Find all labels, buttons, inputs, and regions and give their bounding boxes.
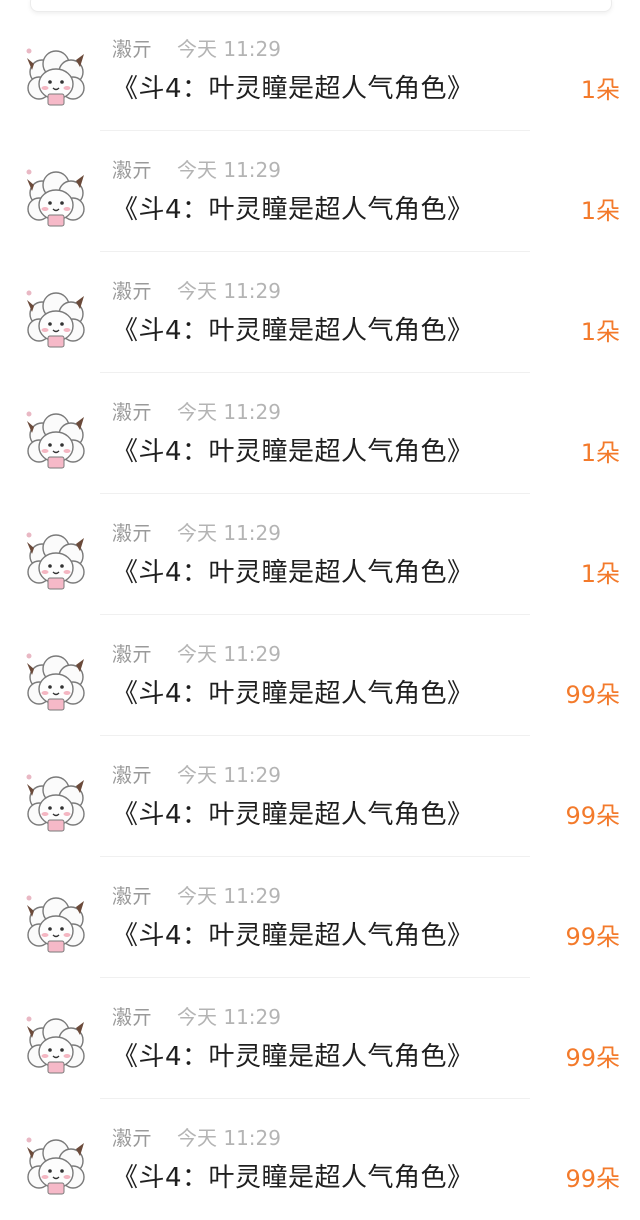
- feed-item[interactable]: 瀫亓 今天 11:29 《斗4：叶灵瞳是超人气角色》 99朵: [0, 1099, 640, 1220]
- sheep-avatar-icon[interactable]: [20, 526, 92, 598]
- feed-item[interactable]: 瀫亓 今天 11:29 《斗4：叶灵瞳是超人气角色》 1朵: [0, 10, 640, 131]
- gift-feed-list: 瀫亓 今天 11:29 《斗4：叶灵瞳是超人气角色》 1朵 瀫亓 今天 11:2…: [0, 10, 640, 1219]
- post-title[interactable]: 《斗4：叶灵瞳是超人气角色》: [112, 556, 474, 590]
- timestamp: 今天 11:29: [177, 158, 281, 182]
- user-name[interactable]: 瀫亓: [112, 1004, 152, 1030]
- user-name[interactable]: 瀫亓: [112, 157, 152, 183]
- user-name[interactable]: 瀫亓: [112, 1125, 152, 1151]
- gift-count: 99朵: [565, 1044, 620, 1072]
- sheep-avatar-icon[interactable]: [20, 889, 92, 961]
- user-name[interactable]: 瀫亓: [112, 762, 152, 788]
- sheep-avatar-icon[interactable]: [20, 647, 92, 719]
- feed-item[interactable]: 瀫亓 今天 11:29 《斗4：叶灵瞳是超人气角色》 99朵: [0, 615, 640, 736]
- post-title[interactable]: 《斗4：叶灵瞳是超人气角色》: [112, 677, 474, 711]
- sheep-avatar-icon[interactable]: [20, 405, 92, 477]
- timestamp: 今天 11:29: [177, 400, 281, 424]
- user-name[interactable]: 瀫亓: [112, 278, 152, 304]
- sheep-avatar-icon[interactable]: [20, 768, 92, 840]
- timestamp: 今天 11:29: [177, 1126, 281, 1150]
- post-title[interactable]: 《斗4：叶灵瞳是超人气角色》: [112, 919, 474, 953]
- sheep-avatar-icon[interactable]: [20, 284, 92, 356]
- user-name[interactable]: 瀫亓: [112, 36, 152, 62]
- sheep-avatar-icon[interactable]: [20, 1131, 92, 1203]
- timestamp: 今天 11:29: [177, 884, 281, 908]
- timestamp: 今天 11:29: [177, 763, 281, 787]
- post-title[interactable]: 《斗4：叶灵瞳是超人气角色》: [112, 798, 474, 832]
- post-title[interactable]: 《斗4：叶灵瞳是超人气角色》: [112, 72, 474, 106]
- timestamp: 今天 11:29: [177, 279, 281, 303]
- post-title[interactable]: 《斗4：叶灵瞳是超人气角色》: [112, 314, 474, 348]
- timestamp: 今天 11:29: [177, 521, 281, 545]
- feed-item[interactable]: 瀫亓 今天 11:29 《斗4：叶灵瞳是超人气角色》 99朵: [0, 857, 640, 978]
- feed-item[interactable]: 瀫亓 今天 11:29 《斗4：叶灵瞳是超人气角色》 1朵: [0, 131, 640, 252]
- gift-count: 1朵: [580, 439, 620, 467]
- gift-count: 1朵: [580, 318, 620, 346]
- gift-count: 1朵: [580, 76, 620, 104]
- timestamp: 今天 11:29: [177, 37, 281, 61]
- user-name[interactable]: 瀫亓: [112, 641, 152, 667]
- gift-count: 1朵: [580, 197, 620, 225]
- feed-item[interactable]: 瀫亓 今天 11:29 《斗4：叶灵瞳是超人气角色》 1朵: [0, 252, 640, 373]
- gift-count: 99朵: [565, 681, 620, 709]
- gift-count: 1朵: [580, 560, 620, 588]
- feed-item[interactable]: 瀫亓 今天 11:29 《斗4：叶灵瞳是超人气角色》 99朵: [0, 978, 640, 1099]
- timestamp: 今天 11:29: [177, 642, 281, 666]
- post-title[interactable]: 《斗4：叶灵瞳是超人气角色》: [112, 435, 474, 469]
- post-title[interactable]: 《斗4：叶灵瞳是超人气角色》: [112, 193, 474, 227]
- feed-item[interactable]: 瀫亓 今天 11:29 《斗4：叶灵瞳是超人气角色》 99朵: [0, 736, 640, 857]
- feed-item[interactable]: 瀫亓 今天 11:29 《斗4：叶灵瞳是超人气角色》 1朵: [0, 494, 640, 615]
- post-title[interactable]: 《斗4：叶灵瞳是超人气角色》: [112, 1040, 474, 1074]
- gift-count: 99朵: [565, 802, 620, 830]
- timestamp: 今天 11:29: [177, 1005, 281, 1029]
- post-title[interactable]: 《斗4：叶灵瞳是超人气角色》: [112, 1161, 474, 1195]
- sheep-avatar-icon[interactable]: [20, 163, 92, 235]
- user-name[interactable]: 瀫亓: [112, 399, 152, 425]
- gift-count: 99朵: [565, 923, 620, 951]
- sheep-avatar-icon[interactable]: [20, 1010, 92, 1082]
- user-name[interactable]: 瀫亓: [112, 520, 152, 546]
- feed-item[interactable]: 瀫亓 今天 11:29 《斗4：叶灵瞳是超人气角色》 1朵: [0, 373, 640, 494]
- gift-count: 99朵: [565, 1165, 620, 1193]
- user-name[interactable]: 瀫亓: [112, 883, 152, 909]
- sheep-avatar-icon[interactable]: [20, 42, 92, 114]
